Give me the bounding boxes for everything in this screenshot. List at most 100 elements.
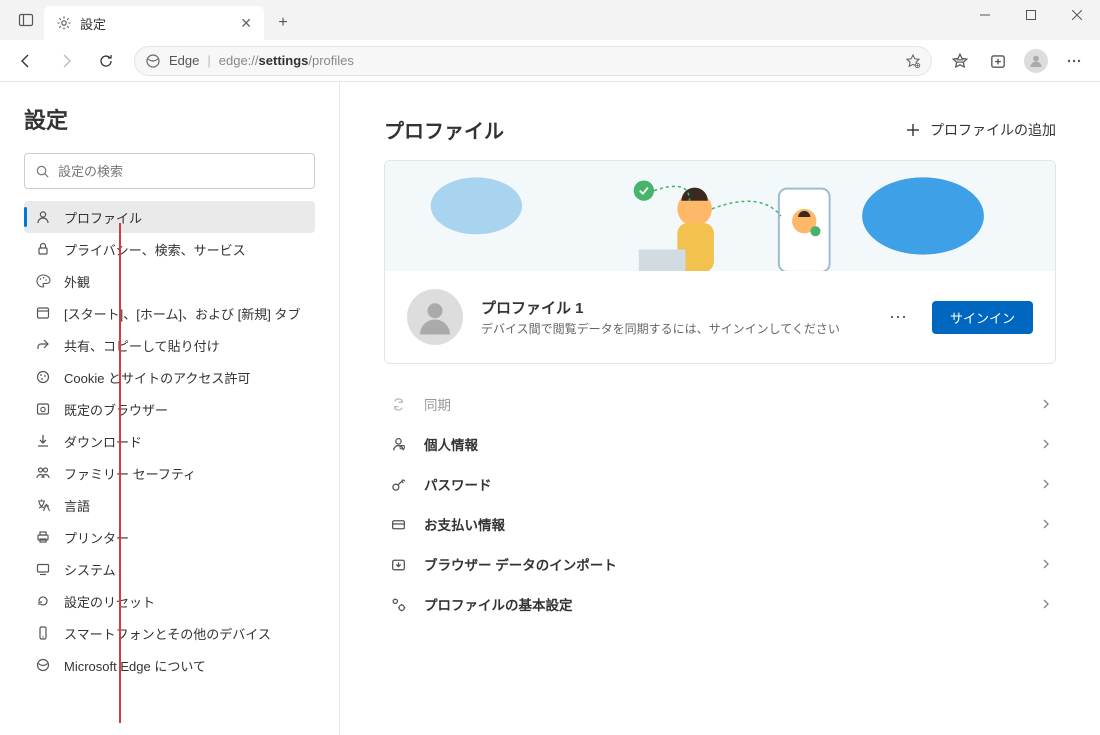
card-icon bbox=[388, 514, 408, 534]
option-label: パスワード bbox=[424, 474, 1024, 494]
sidebar-item-label: 既定のブラウザー bbox=[64, 400, 168, 419]
sync-icon bbox=[388, 394, 408, 414]
option-0[interactable]: 同期 bbox=[384, 384, 1056, 424]
sidebar-item-7[interactable]: ダウンロード bbox=[24, 425, 315, 457]
tab-actions-button[interactable] bbox=[8, 2, 44, 38]
window-controls bbox=[962, 0, 1100, 30]
profile-name: プロファイル 1 bbox=[481, 297, 865, 318]
new-tab-button[interactable]: + bbox=[268, 8, 298, 38]
sidebar-item-8[interactable]: ファミリー セーフティ bbox=[24, 457, 315, 489]
key-icon bbox=[388, 474, 408, 494]
printer-icon bbox=[34, 528, 52, 546]
chevron-right-icon bbox=[1040, 398, 1052, 410]
sidebar-item-label: システム bbox=[64, 560, 116, 579]
refresh-button[interactable] bbox=[88, 43, 124, 79]
menu-button[interactable] bbox=[1056, 43, 1092, 79]
content: 設定 プロファイルプライバシー、検索、サービス外観 [スタート]、[ホーム]、およ… bbox=[0, 82, 1100, 735]
profile-hero-image bbox=[385, 161, 1055, 271]
favorites-button[interactable] bbox=[942, 43, 978, 79]
collections-button[interactable] bbox=[980, 43, 1016, 79]
prefs-icon bbox=[388, 594, 408, 614]
browser-tab[interactable]: 設定 ✕ bbox=[44, 6, 264, 40]
option-5[interactable]: プロファイルの基本設定 bbox=[384, 584, 1056, 624]
settings-search-input[interactable] bbox=[58, 164, 304, 179]
sidebar-item-5[interactable]: Cookie とサイトのアクセス許可 bbox=[24, 361, 315, 393]
profile-options: 同期個人情報パスワードお支払い情報ブラウザー データのインポートプロファイルの基… bbox=[384, 384, 1056, 624]
palette-icon bbox=[34, 272, 52, 290]
person-icon bbox=[388, 434, 408, 454]
profile-card: プロファイル 1 デバイス間で閲覧データを同期するには、サインインしてください … bbox=[384, 160, 1056, 364]
cookie-icon bbox=[34, 368, 52, 386]
chevron-right-icon bbox=[1040, 478, 1052, 490]
option-4[interactable]: ブラウザー データのインポート bbox=[384, 544, 1056, 584]
url-brand: Edge bbox=[169, 53, 199, 68]
tab-title: 設定 bbox=[80, 14, 106, 33]
sidebar-item-label: [スタート]、[ホーム]、および [新規] タブ bbox=[64, 304, 301, 323]
option-2[interactable]: パスワード bbox=[384, 464, 1056, 504]
sidebar-item-3[interactable]: [スタート]、[ホーム]、および [新規] タブ bbox=[24, 297, 315, 329]
chevron-right-icon bbox=[1040, 438, 1052, 450]
sidebar-list: プロファイルプライバシー、検索、サービス外観 [スタート]、[ホーム]、および [… bbox=[24, 201, 315, 681]
favorite-icon[interactable] bbox=[905, 53, 921, 69]
family-icon bbox=[34, 464, 52, 482]
sidebar-item-14[interactable]: Microsoft Edge について bbox=[24, 649, 315, 681]
maximize-button[interactable] bbox=[1008, 0, 1054, 30]
option-3[interactable]: お支払い情報 bbox=[384, 504, 1056, 544]
settings-search[interactable] bbox=[24, 153, 315, 189]
sidebar-title: 設定 bbox=[24, 103, 315, 135]
sidebar-item-1[interactable]: プライバシー、検索、サービス bbox=[24, 233, 315, 265]
chevron-right-icon bbox=[1040, 518, 1052, 530]
sidebar-item-label: プロファイル bbox=[64, 208, 142, 227]
window-icon bbox=[34, 304, 52, 322]
share-icon bbox=[34, 336, 52, 354]
profile-avatar bbox=[407, 289, 463, 345]
sidebar-item-label: 言語 bbox=[64, 496, 90, 515]
close-window-button[interactable] bbox=[1054, 0, 1100, 30]
signin-button[interactable]: サインイン bbox=[932, 301, 1033, 334]
main-header: プロファイル プロファイルの追加 bbox=[384, 115, 1056, 144]
add-profile-button[interactable]: プロファイルの追加 bbox=[906, 120, 1056, 140]
chevron-right-icon bbox=[1040, 558, 1052, 570]
option-label: ブラウザー データのインポート bbox=[424, 554, 1024, 574]
sidebar-item-label: プライバシー、検索、サービス bbox=[64, 240, 246, 259]
sidebar-item-10[interactable]: プリンター bbox=[24, 521, 315, 553]
option-1[interactable]: 個人情報 bbox=[384, 424, 1056, 464]
sidebar-item-6[interactable]: 既定のブラウザー bbox=[24, 393, 315, 425]
page-title: プロファイル bbox=[384, 115, 504, 144]
titlebar: 設定 ✕ + bbox=[0, 0, 1100, 40]
option-label: お支払い情報 bbox=[424, 514, 1024, 534]
profile-more-button[interactable]: ⋯ bbox=[883, 307, 914, 328]
sidebar-item-2[interactable]: 外観 bbox=[24, 265, 315, 297]
sidebar-item-label: ファミリー セーフティ bbox=[64, 464, 196, 483]
sidebar-item-label: 共有、コピーして貼り付け bbox=[64, 336, 220, 355]
sidebar-item-13[interactable]: スマートフォンとその他のデバイス bbox=[24, 617, 315, 649]
system-icon bbox=[34, 560, 52, 578]
sidebar-item-label: 外観 bbox=[64, 272, 90, 291]
phone-icon bbox=[34, 624, 52, 642]
browser-icon bbox=[34, 400, 52, 418]
sidebar-item-9[interactable]: 言語 bbox=[24, 489, 315, 521]
profile-desc: デバイス間で閲覧データを同期するには、サインインしてください bbox=[481, 320, 865, 337]
forward-button[interactable] bbox=[48, 43, 84, 79]
edge-logo-icon bbox=[145, 53, 161, 69]
url-text: edge://settings/profiles bbox=[219, 53, 354, 68]
language-icon bbox=[34, 496, 52, 514]
option-label: 同期 bbox=[424, 394, 1024, 414]
sidebar-item-label: Microsoft Edge について bbox=[64, 656, 206, 675]
address-bar[interactable]: Edge | edge://settings/profiles bbox=[134, 46, 932, 76]
sidebar-item-4[interactable]: 共有、コピーして貼り付け bbox=[24, 329, 315, 361]
close-icon[interactable]: ✕ bbox=[240, 15, 252, 32]
toolbar-right bbox=[942, 43, 1092, 79]
search-icon bbox=[35, 164, 50, 179]
edge-icon bbox=[34, 656, 52, 674]
sidebar-item-11[interactable]: システム bbox=[24, 553, 315, 585]
minimize-button[interactable] bbox=[962, 0, 1008, 30]
main: プロファイル プロファイルの追加 bbox=[340, 83, 1100, 735]
sidebar-item-12[interactable]: 設定のリセット bbox=[24, 585, 315, 617]
profile-button[interactable] bbox=[1018, 43, 1054, 79]
sidebar-item-label: Cookie とサイトのアクセス許可 bbox=[64, 368, 250, 387]
download-icon bbox=[34, 432, 52, 450]
back-button[interactable] bbox=[8, 43, 44, 79]
sidebar-item-0[interactable]: プロファイル bbox=[24, 201, 315, 233]
sidebar-item-label: ダウンロード bbox=[64, 432, 142, 451]
